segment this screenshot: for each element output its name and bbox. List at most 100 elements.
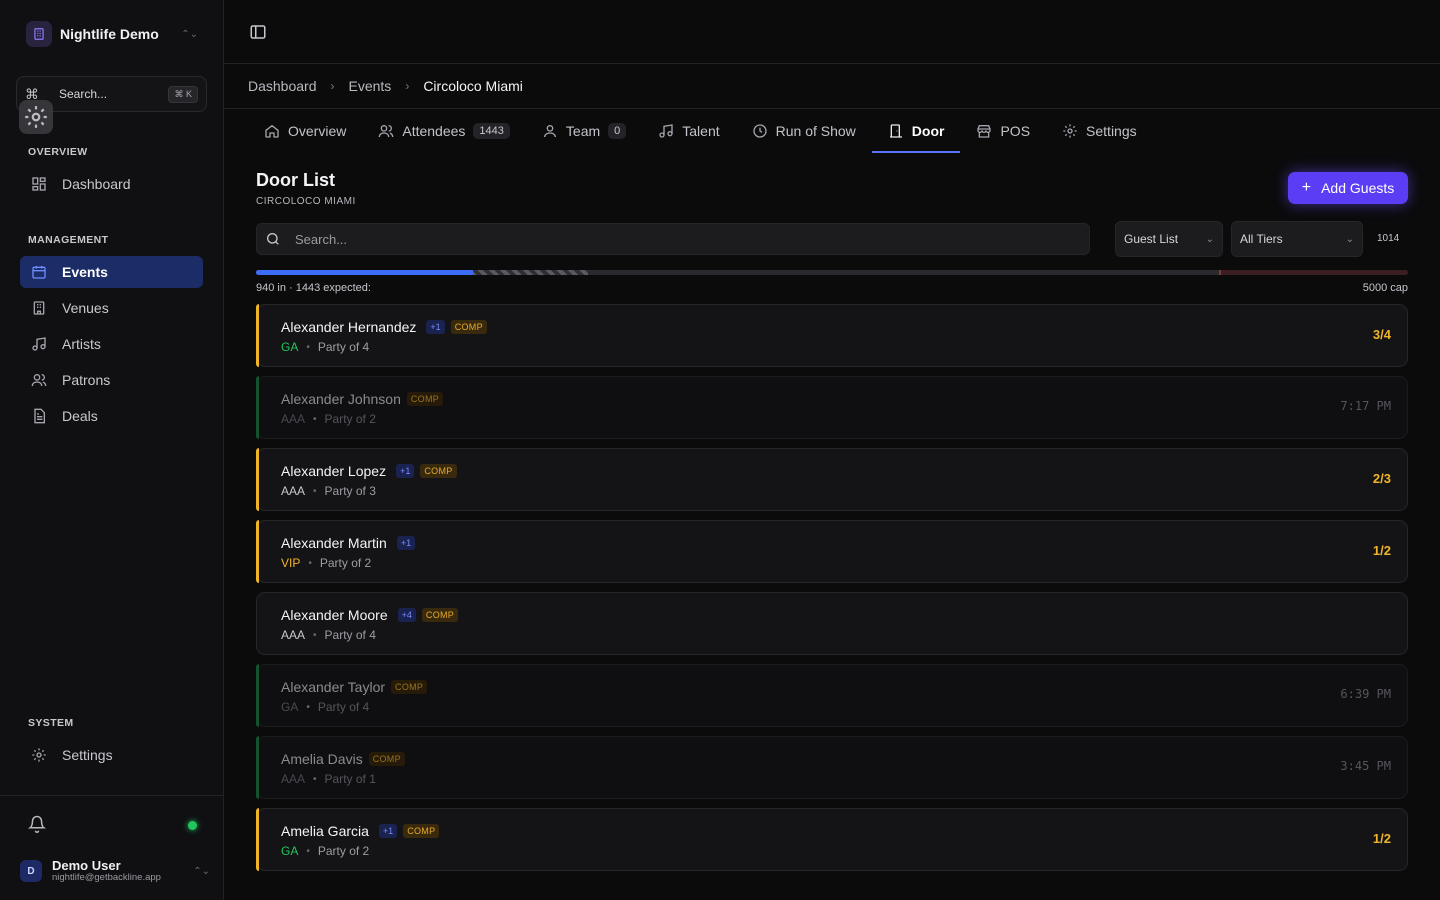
- guest-row[interactable]: Alexander Johnson COMP AAA • Party of 2 7:17 …: [256, 376, 1408, 439]
- sidebar-item-artists[interactable]: Artists: [20, 328, 203, 360]
- guest-row[interactable]: Amelia Davis COMP AAA • Party of 1 3:45 PM: [256, 736, 1408, 799]
- tab-pos[interactable]: POS: [960, 110, 1046, 152]
- user-name: Demo User: [52, 858, 121, 874]
- add-guests-button[interactable]: + Add Guests: [1288, 172, 1408, 204]
- user-email: nightlife@getbackline.app: [52, 871, 161, 883]
- tab-label: Settings: [1086, 123, 1137, 139]
- guest-row[interactable]: Alexander Hernandez +1 COMP GA • Party of 4 3/…: [256, 304, 1408, 367]
- progress-summary: 940 in · 1443 expected:: [256, 282, 371, 294]
- tier-label: AAA: [281, 412, 306, 426]
- comp-badge: COMP: [406, 392, 444, 406]
- guest-name-line: Alexander Martin +1: [281, 535, 416, 551]
- user-menu[interactable]: D Demo User nightlife@getbackline.app ⌃⌄: [20, 856, 210, 886]
- music-icon: [30, 335, 48, 353]
- guest-name: Alexander Moore: [281, 607, 388, 623]
- page-subtitle: CIRCOLOCO MIAMI: [256, 196, 356, 207]
- workspace-switcher[interactable]: Nightlife Demo ⌃⌄: [16, 16, 208, 52]
- sidebar-item-label: Settings: [62, 747, 113, 763]
- tab-run-of-show[interactable]: Run of Show: [736, 110, 872, 152]
- party-size: Party of 4: [317, 700, 370, 714]
- tab-count-badge: 0: [608, 123, 627, 139]
- sidebar-item-label: Artists: [62, 336, 101, 352]
- tab-settings[interactable]: Settings: [1046, 110, 1153, 152]
- page-title: Door List: [256, 170, 335, 190]
- sidebar-item-settings[interactable]: Settings: [20, 739, 203, 771]
- guest-name: Amelia Davis: [281, 751, 363, 767]
- chevron-down-icon: ⌄: [1205, 233, 1214, 245]
- party-size: Party of 4: [317, 340, 370, 354]
- guest-row[interactable]: Alexander Moore +4 COMP AAA • Party of 4: [256, 592, 1408, 655]
- guest-meta: GA • Party of 4: [281, 340, 369, 354]
- party-size: Party of 3: [324, 484, 376, 498]
- chevron-down-icon: ⌄: [1345, 233, 1354, 245]
- tab-talent[interactable]: Talent: [642, 110, 735, 152]
- status-bar: [256, 808, 259, 871]
- sidebar-item-venues[interactable]: Venues: [20, 292, 203, 324]
- guest-meta: VIP • Party of 2: [281, 556, 371, 570]
- tab-door[interactable]: Door: [871, 110, 961, 153]
- tab-team[interactable]: Team 0: [526, 110, 642, 152]
- guest-name: Alexander Johnson: [281, 391, 401, 407]
- status-bar: [256, 664, 259, 727]
- floating-gear-icon[interactable]: [19, 100, 53, 134]
- guest-name: Alexander Lopez: [281, 463, 387, 479]
- chevron-right-icon: ›: [330, 79, 335, 93]
- building-icon: [26, 21, 52, 47]
- breadcrumb-events[interactable]: Events: [349, 78, 392, 94]
- guest-row[interactable]: Alexander Lopez +1 COMP AAA • Party of 3 2/3: [256, 448, 1408, 511]
- guest-name: Alexander Hernandez: [281, 319, 417, 335]
- sidebar-item-deals[interactable]: Deals: [20, 400, 203, 432]
- tab-attendees[interactable]: Attendees 1443: [362, 110, 526, 152]
- comp-badge: COMP: [368, 752, 405, 766]
- separator-dot: •: [306, 701, 310, 713]
- guest-row[interactable]: Alexander Martin +1 VIP • Party of 2 1/2: [256, 520, 1408, 583]
- capacity-label: 5000 cap: [1362, 282, 1408, 294]
- search-input[interactable]: [295, 231, 1055, 247]
- guest-meta: GA • Party of 4: [281, 700, 369, 714]
- sidebar-item-dashboard[interactable]: Dashboard: [20, 168, 203, 200]
- separator-dot: •: [308, 557, 312, 569]
- comp-badge: COMP: [420, 464, 457, 478]
- tier-label: AAA: [281, 772, 306, 786]
- sidebar-item-label: Patrons: [62, 372, 111, 388]
- status-bar: [256, 448, 259, 511]
- guest-name-line: Alexander Taylor COMP: [281, 679, 428, 695]
- guest-name: Alexander Taylor: [281, 679, 386, 695]
- door-icon: [888, 123, 904, 139]
- bell-icon[interactable]: [27, 815, 47, 836]
- guest-list-select[interactable]: Guest List ⌄: [1115, 221, 1223, 257]
- guest-row[interactable]: Alexander Taylor COMP GA • Party of 4 6:39 PM: [256, 664, 1408, 727]
- checked-in-fill: [256, 270, 473, 275]
- separator-dot: •: [313, 485, 317, 497]
- checkin-progress: 1/2: [1372, 543, 1391, 558]
- breadcrumb-current: Circoloco Miami: [423, 78, 523, 94]
- sidebar-item-events[interactable]: Events: [20, 256, 203, 288]
- select-value: Guest List: [1124, 232, 1179, 246]
- checkin-progress: 2/3: [1372, 471, 1391, 486]
- status-bar: [256, 520, 259, 583]
- checkin-time: 3:45 PM: [1340, 759, 1391, 773]
- guest-row[interactable]: Amelia Garcia +1 COMP GA • Party of 2 1/2: [256, 808, 1408, 871]
- plus-badge: +1: [396, 464, 415, 478]
- party-size: Party of 2: [317, 844, 370, 858]
- plus-icon: +: [1301, 179, 1312, 196]
- sidebar-item-label: Dashboard: [62, 176, 131, 192]
- shortcut-badge: ⌘ K: [168, 85, 198, 103]
- tab-label: Team: [565, 123, 601, 139]
- sidebar-item-patrons[interactable]: Patrons: [20, 364, 203, 396]
- tab-label: Run of Show: [775, 123, 856, 139]
- tier-select[interactable]: All Tiers ⌄: [1231, 221, 1363, 257]
- tab-overview[interactable]: Overview: [248, 110, 362, 152]
- tab-label: POS: [1000, 123, 1031, 139]
- sidebar-toggle-icon[interactable]: [249, 23, 267, 44]
- guest-name-line: Alexander Johnson COMP: [281, 391, 444, 407]
- tab-count-badge: 1443: [473, 123, 510, 139]
- gear-icon: [1062, 123, 1078, 139]
- document-icon: [30, 407, 48, 425]
- over-capacity-zone: [1219, 270, 1408, 275]
- breadcrumb-dashboard[interactable]: Dashboard: [248, 78, 317, 94]
- capacity-marker: [1219, 270, 1222, 275]
- dashboard-icon: [30, 175, 48, 193]
- party-size: Party of 1: [324, 772, 376, 786]
- section-label-system: SYSTEM: [28, 717, 74, 729]
